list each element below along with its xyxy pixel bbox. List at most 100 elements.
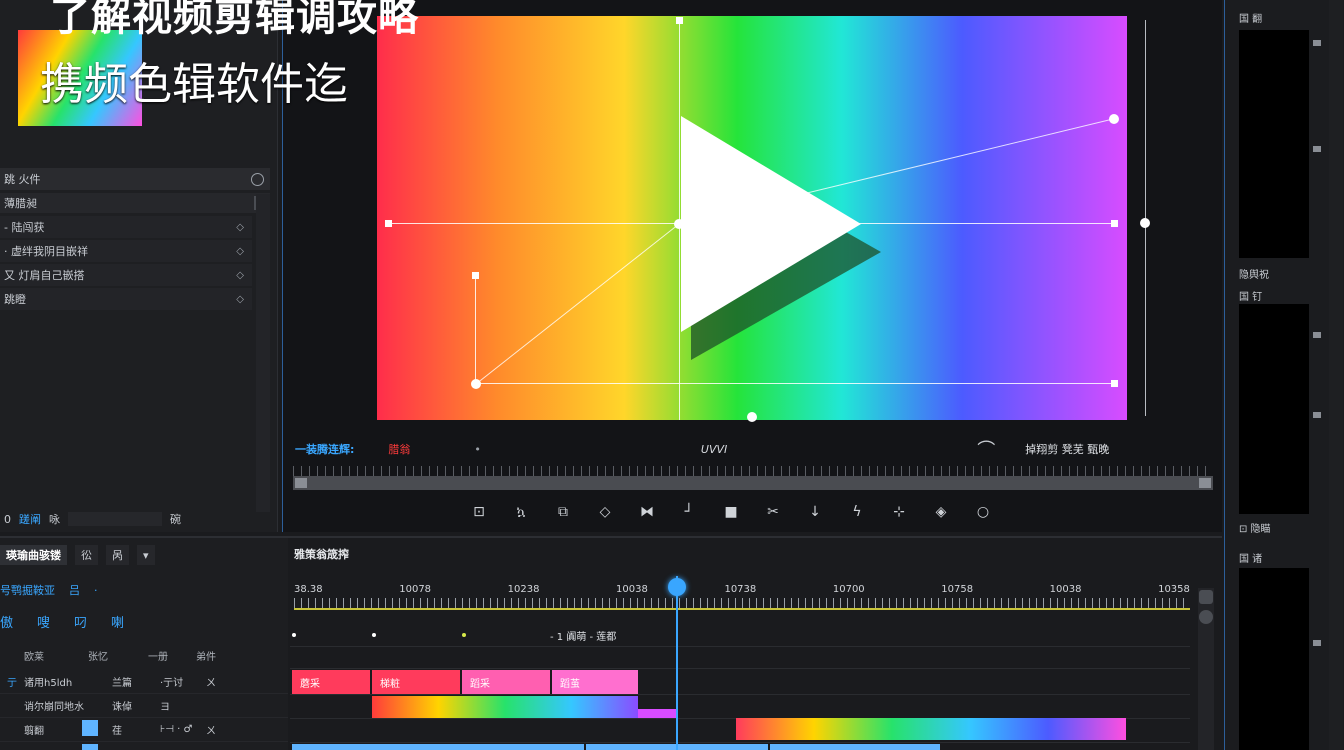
panel-marker[interactable] — [1313, 146, 1321, 152]
transform-handle[interactable] — [1111, 220, 1118, 227]
panel-marker[interactable] — [1313, 412, 1321, 418]
clip-tail[interactable] — [638, 696, 678, 718]
ripple-tool-icon[interactable]: ኳ — [511, 502, 531, 522]
color-icon[interactable]: ◈ — [931, 502, 951, 522]
gradient-clip[interactable] — [736, 718, 1126, 740]
panel-subheader: 薄腊昶 — [0, 193, 270, 213]
track-value[interactable]: ヨ — [160, 698, 206, 713]
track-row[interactable]: 翦翻 荏 ⊦⊣ · ♂ ㄨ — [0, 718, 288, 742]
track-tool[interactable]: 傲 — [0, 612, 13, 631]
marker[interactable] — [462, 633, 466, 637]
marker[interactable] — [292, 633, 296, 637]
scroll-up-button[interactable] — [1199, 590, 1213, 604]
footer-right[interactable]: 碗 — [170, 511, 181, 527]
track-color-swatch[interactable] — [82, 720, 98, 736]
footer-tab[interactable]: 咏 — [49, 511, 60, 527]
audio-clip[interactable] — [292, 744, 584, 750]
track-value: 诛倬 — [112, 702, 132, 713]
list-item[interactable]: 跳瞪 ◇ — [0, 288, 252, 310]
track-value[interactable]: ⊦⊣ · ♂ — [160, 724, 206, 735]
tab-tracks[interactable]: 瑛瑜曲骇镂 — [0, 545, 67, 565]
footer-active-tab[interactable]: 蹉阐 — [19, 511, 41, 527]
track-color-swatch[interactable] — [82, 744, 98, 750]
panel-marker[interactable] — [1313, 332, 1321, 338]
playhead[interactable] — [676, 576, 678, 750]
preview-monitor[interactable] — [1239, 304, 1309, 514]
track-icon[interactable]: 亍 — [0, 674, 24, 689]
arrow-down-icon[interactable]: ↓ — [805, 502, 825, 522]
list-item[interactable]: - 陆闯获 ◇ — [0, 216, 252, 238]
transform-handle[interactable] — [472, 272, 479, 279]
keyframe-tool-icon[interactable]: ◇ — [595, 502, 615, 522]
track-option[interactable]: 号鹗掘鞍亚 — [0, 582, 55, 598]
track-row[interactable]: 诮尔崩同地水 诛倬 ヨ — [0, 694, 288, 718]
tick-label: 10238 — [507, 584, 540, 595]
copy-tool-icon[interactable]: ⧉ — [553, 502, 573, 522]
close-icon[interactable]: ㄨ — [206, 722, 246, 737]
clip[interactable]: 蹈采 — [462, 670, 550, 694]
circle-icon[interactable] — [251, 172, 264, 186]
clip-label: 蹈采 — [470, 678, 490, 690]
scrubber-end-handle[interactable] — [1199, 478, 1211, 488]
stop-icon[interactable]: ■ — [721, 502, 741, 522]
track-tool[interactable]: 喇 — [111, 612, 124, 631]
track-option[interactable]: 吕 — [69, 582, 80, 598]
side-handle[interactable] — [1140, 218, 1150, 228]
speed-icon[interactable]: ϟ — [847, 502, 867, 522]
panel-marker[interactable] — [1313, 40, 1321, 46]
list-item[interactable]: 又 灯肩自己嵌搭 ◇ — [0, 264, 252, 286]
preview-canvas[interactable] — [377, 16, 1127, 422]
keyframe-point[interactable] — [1109, 114, 1119, 124]
preview-monitor[interactable] — [1239, 30, 1309, 258]
list-item-label: 又 灯肩自己嵌搭 — [4, 269, 85, 282]
controls-red-label[interactable]: 腊翁 — [388, 441, 410, 457]
crop-tool-icon[interactable]: ⊡ — [469, 502, 489, 522]
footer-field[interactable] — [68, 512, 162, 526]
keyframe-icon[interactable]: ◇ — [236, 246, 244, 257]
clip[interactable]: 梯粧 — [372, 670, 460, 694]
curve-icon[interactable]: ⌒ — [977, 436, 995, 462]
transform-handle[interactable] — [1111, 380, 1118, 387]
chevron-down-icon[interactable]: ▾ — [137, 545, 155, 565]
gradient-clip[interactable] — [372, 696, 638, 718]
track-tool[interactable]: 嗖 — [37, 612, 50, 631]
controls-right[interactable]: 掉翔剪 凳芜 甄晚 — [1025, 441, 1109, 457]
list-item[interactable]: · 虚绊我阴目嵌祥 ◇ — [0, 240, 252, 262]
keyframe-icon[interactable]: ◇ — [236, 222, 244, 233]
mask-tool-icon[interactable]: ⧓ — [637, 502, 657, 522]
timeline-ruler[interactable] — [294, 598, 1190, 610]
timeline-scrollbar[interactable] — [1198, 588, 1214, 750]
track-tool[interactable]: 叼 — [74, 612, 87, 631]
marker[interactable] — [372, 633, 376, 637]
close-icon[interactable]: ㄨ — [206, 674, 246, 689]
scrubber-start-handle[interactable] — [295, 478, 307, 488]
track-row[interactable] — [0, 742, 288, 750]
clip[interactable]: 蹈茧 — [552, 670, 638, 694]
keyframe-point[interactable] — [471, 379, 481, 389]
split-icon[interactable]: ⊹ — [889, 502, 909, 522]
preview-monitor[interactable] — [1239, 568, 1309, 750]
tick-label: 10738 — [724, 584, 757, 595]
panel-scrollbar[interactable] — [256, 194, 270, 512]
panel-marker[interactable] — [1313, 640, 1321, 646]
transform-handle[interactable] — [385, 220, 392, 227]
tab-option[interactable]: 彸 — [75, 545, 98, 565]
trim-tool-icon[interactable]: ┘ — [679, 502, 699, 522]
transform-handle[interactable] — [676, 17, 683, 24]
keyframe-point[interactable] — [747, 412, 757, 422]
play-icon[interactable] — [681, 116, 861, 332]
record-icon[interactable]: ○ — [973, 502, 993, 522]
audio-clip[interactable] — [770, 744, 940, 750]
clip[interactable]: 蘑采 — [292, 670, 370, 694]
scroll-thumb[interactable] — [1199, 610, 1213, 624]
keyframe-icon[interactable]: ◇ — [236, 270, 244, 281]
tab-option[interactable]: 呙 — [106, 545, 129, 565]
cut-icon[interactable]: ✂ — [763, 502, 783, 522]
track-value[interactable]: ·亍讨 — [160, 674, 206, 689]
playhead-handle[interactable] — [668, 578, 686, 596]
right-panel-label: 国 翻 — [1239, 14, 1263, 25]
keyframe-icon[interactable]: ◇ — [236, 294, 244, 305]
track-row[interactable]: 亍 诸用h5ldh 兰篇 ·亍讨 ㄨ — [0, 670, 288, 694]
preview-scrubber[interactable] — [293, 476, 1213, 490]
right-panel-scrollbar[interactable] — [1329, 0, 1343, 750]
